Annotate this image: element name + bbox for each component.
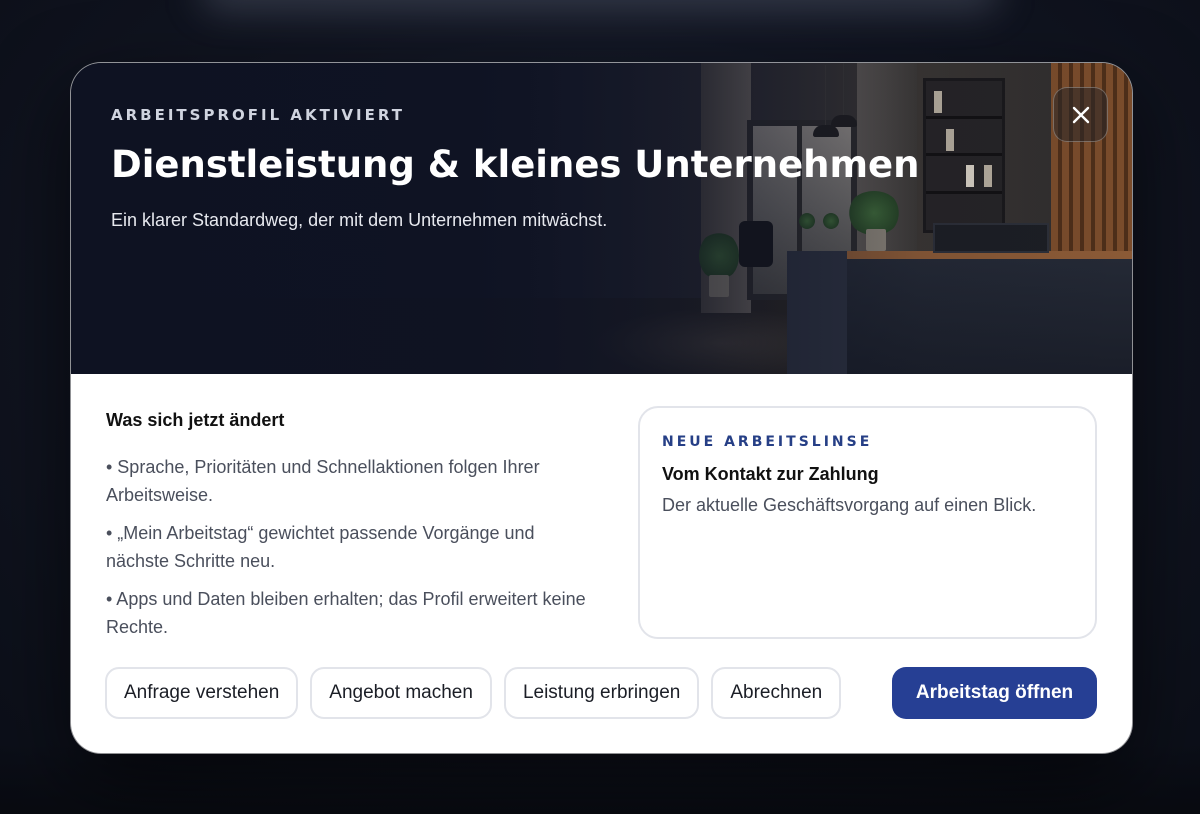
lens-eyebrow: NEUE ARBEITSLINSE bbox=[662, 434, 873, 450]
backdrop-glow bbox=[200, 0, 1000, 10]
change-item: • Apps und Daten bleiben erhalten; das P… bbox=[106, 589, 586, 637]
step-button-inquiry[interactable]: Anfrage verstehen bbox=[105, 667, 299, 719]
lens-title: Vom Kontakt zur Zahlung bbox=[662, 464, 879, 484]
change-item: • „Mein Arbeitstag“ gewichtet passende V… bbox=[106, 523, 535, 571]
lens-description: Der aktuelle Geschäftsvorgang auf einen … bbox=[662, 495, 1037, 515]
hero-eyebrow: ARBEITSPROFIL AKTIVIERT bbox=[111, 106, 405, 124]
hero-banner: ARBEITSPROFIL AKTIVIERT Dienstleistung &… bbox=[71, 63, 1132, 374]
changes-section: Was sich jetzt ändert • Sprache, Priorit… bbox=[106, 410, 586, 651]
workflow-steps: Anfrage verstehen Angebot machen Leistun… bbox=[105, 667, 842, 719]
step-button-billing[interactable]: Abrechnen bbox=[711, 667, 842, 719]
open-workday-button[interactable]: Arbeitstag öffnen bbox=[892, 667, 1097, 719]
backdrop-shade bbox=[0, 744, 1200, 814]
profile-activated-dialog: ARBEITSPROFIL AKTIVIERT Dienstleistung &… bbox=[71, 63, 1132, 753]
dialog-title: Dienstleistung & kleines Unternehmen bbox=[111, 143, 920, 186]
change-item: • Sprache, Prioritäten und Schnellaktion… bbox=[106, 457, 540, 505]
changes-title: Was sich jetzt ändert bbox=[106, 410, 285, 430]
dialog-subtitle: Ein klarer Standardweg, der mit dem Unte… bbox=[111, 210, 608, 230]
close-icon bbox=[1072, 106, 1089, 123]
step-button-deliver[interactable]: Leistung erbringen bbox=[503, 667, 700, 719]
step-button-offer[interactable]: Angebot machen bbox=[310, 667, 492, 719]
close-button[interactable] bbox=[1053, 87, 1108, 142]
changes-list: • Sprache, Prioritäten und Schnellaktion… bbox=[106, 453, 586, 641]
work-lens-card: NEUE ARBEITSLINSE Vom Kontakt zur Zahlun… bbox=[638, 406, 1097, 639]
